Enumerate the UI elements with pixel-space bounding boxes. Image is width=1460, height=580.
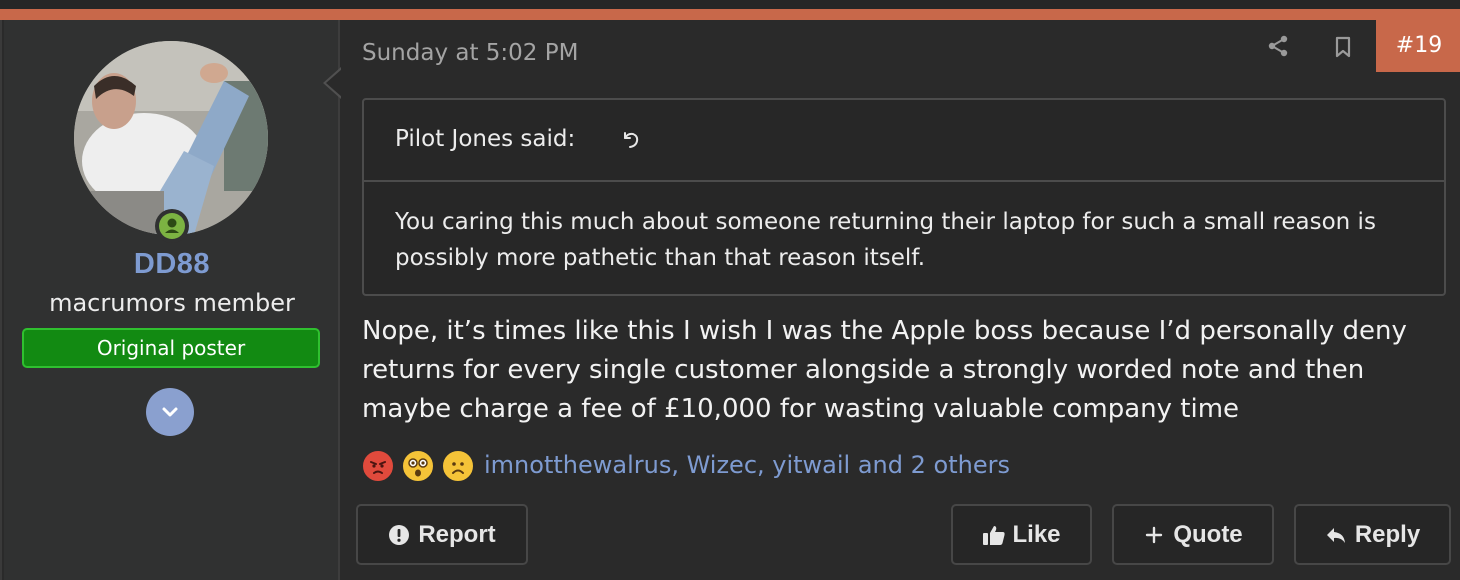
quote-header: Pilot Jones said: <box>364 100 1444 182</box>
post-message: Nope, it’s times like this I wish I was … <box>362 316 1407 424</box>
quote-label: Quote <box>1173 520 1243 548</box>
user-sidebar: DD88 macrumors member Original poster <box>4 20 340 580</box>
accent-bar <box>0 9 1460 20</box>
alert-icon <box>388 524 410 546</box>
original-poster-badge: Original poster <box>22 328 320 368</box>
report-label: Report <box>418 520 496 548</box>
frown-icon[interactable] <box>440 448 476 484</box>
quote-attribution[interactable]: Pilot Jones said: <box>395 126 575 152</box>
reply-button[interactable]: Reply <box>1294 504 1451 565</box>
bookmark-icon[interactable] <box>1330 34 1356 60</box>
avatar[interactable] <box>74 41 268 235</box>
quote-text: You caring this much about someone retur… <box>395 209 1376 271</box>
share-icon[interactable] <box>1264 34 1292 58</box>
quote-block: Pilot Jones said: You caring this much a… <box>362 98 1446 296</box>
user-title: macrumors member <box>49 289 295 317</box>
like-button[interactable]: Like <box>951 504 1092 565</box>
online-status-icon <box>155 209 189 243</box>
astonished-icon[interactable] <box>400 448 436 484</box>
top-strip <box>0 0 1460 9</box>
post-number[interactable]: #19 <box>1376 20 1460 72</box>
angry-icon[interactable] <box>360 448 396 484</box>
plus-icon <box>1143 524 1165 546</box>
reply-label: Reply <box>1354 520 1421 548</box>
expand-user-info-button[interactable] <box>146 388 194 436</box>
chevron-down-icon <box>162 407 178 417</box>
post-date[interactable]: Sunday at 5:02 PM <box>362 40 578 66</box>
report-button[interactable]: Report <box>356 504 528 565</box>
username[interactable]: DD88 <box>4 248 340 281</box>
forum-post: DD88 macrumors member Original poster Su… <box>0 20 1460 580</box>
like-label: Like <box>1012 520 1061 548</box>
reaction-users-link[interactable]: imnotthewalrus, Wizec, yitwail and 2 oth… <box>484 451 1010 479</box>
jump-to-quote-icon[interactable] <box>620 128 642 150</box>
quote-button[interactable]: Quote <box>1112 504 1274 565</box>
thumbs-up-icon <box>982 524 1006 546</box>
reply-icon <box>1325 524 1347 546</box>
